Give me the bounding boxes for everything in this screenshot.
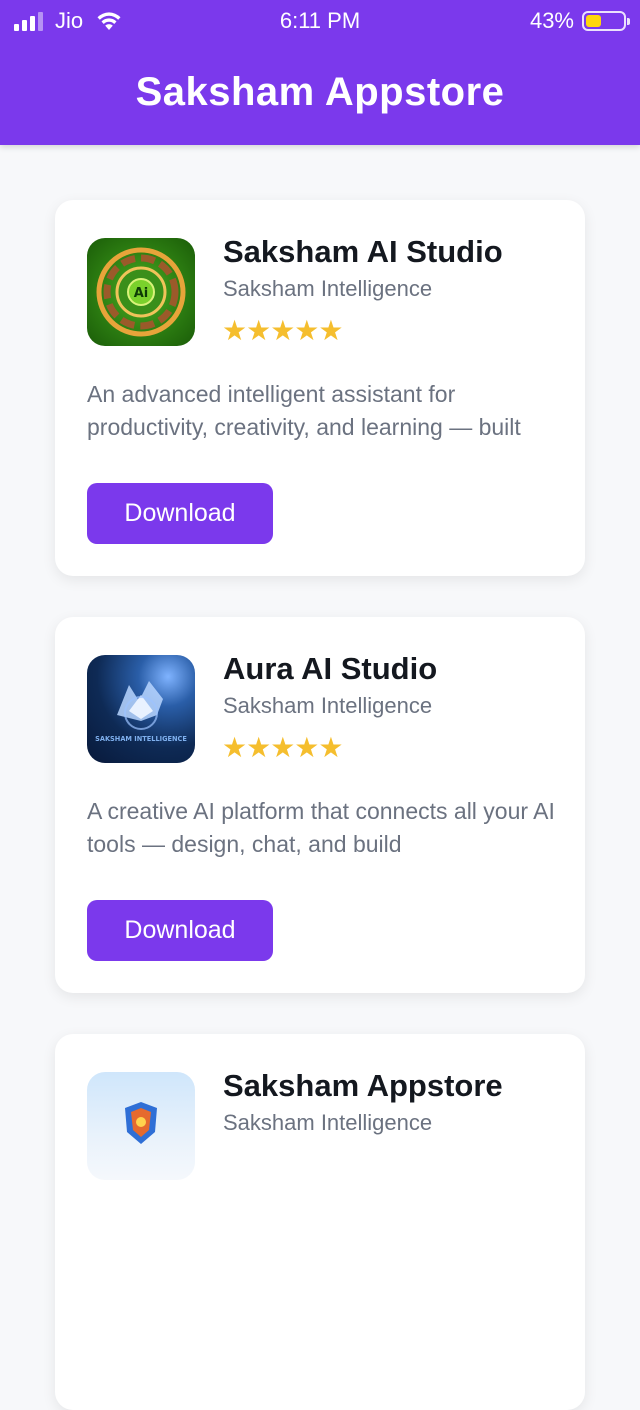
app-card[interactable]: SAKSHAM INTELLIGENCE Aura AI Studio Saks… bbox=[55, 617, 585, 993]
battery-icon bbox=[582, 11, 630, 31]
star-rating: ★★★★★ bbox=[222, 732, 344, 763]
app-card[interactable]: Ai Saksham AI Studio Saksham Intelligenc… bbox=[55, 200, 585, 576]
app-name[interactable]: Saksham Appstore bbox=[223, 1068, 503, 1104]
appstore-shield-icon[interactable] bbox=[87, 1072, 195, 1180]
app-name[interactable]: Saksham AI Studio bbox=[223, 234, 503, 270]
star-rating: ★★★★★ bbox=[222, 315, 344, 346]
developer-name: Saksham Intelligence bbox=[223, 276, 433, 301]
ai-studio-icon[interactable]: Ai bbox=[87, 238, 195, 346]
download-button[interactable]: Download bbox=[87, 900, 273, 961]
svg-text:Ai: Ai bbox=[134, 286, 149, 301]
saksham-intelligence-eagle-icon[interactable]: SAKSHAM INTELLIGENCE bbox=[87, 655, 195, 763]
eagle-icon-wordmark: SAKSHAM INTELLIGENCE bbox=[95, 735, 187, 743]
status-bar: Jio 6:11 PM 43% bbox=[0, 0, 640, 42]
battery-percentage: 43% bbox=[529, 8, 574, 33]
developer-name: Saksham Intelligence bbox=[223, 1110, 433, 1135]
app-description: An advanced intelligent assistant for pr… bbox=[87, 381, 521, 440]
app-card[interactable]: Saksham Appstore Saksham Intelligence bbox=[55, 1034, 585, 1410]
app-name[interactable]: Aura AI Studio bbox=[223, 651, 437, 687]
battery-level-fill bbox=[586, 15, 601, 27]
page-title: Saksham Appstore bbox=[135, 70, 505, 114]
app-header: Jio 6:11 PM 43% Saksham Appstore bbox=[0, 0, 640, 145]
developer-name: Saksham Intelligence bbox=[223, 693, 433, 718]
download-button[interactable]: Download bbox=[87, 483, 273, 544]
app-description: A creative AI platform that connects all… bbox=[87, 798, 555, 857]
